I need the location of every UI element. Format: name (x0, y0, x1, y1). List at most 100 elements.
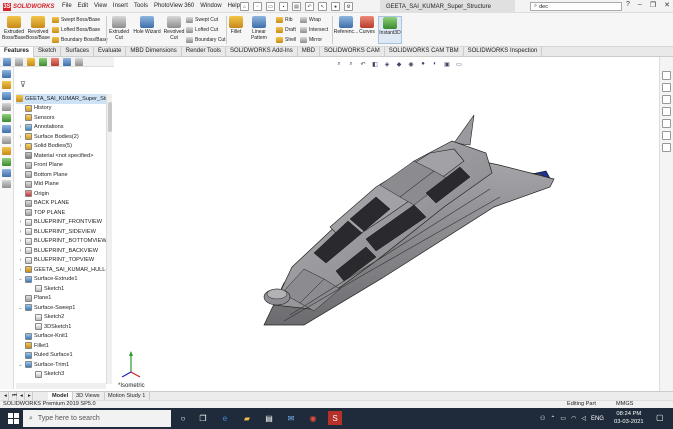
edit-appearance-icon[interactable]: ● (419, 60, 427, 68)
task-view-icon[interactable]: ❐ (196, 411, 210, 425)
side-tool-11-icon[interactable] (2, 180, 11, 188)
tab-addins[interactable]: SOLIDWORKS Add-Ins (226, 47, 298, 57)
design-library-icon[interactable] (662, 83, 671, 92)
tree-item[interactable]: Origin (18, 189, 49, 199)
tree-item[interactable]: ⌄ Surface-Sweep1 (18, 303, 75, 313)
tab-inspection[interactable]: SOLIDWORKS Inspection (464, 47, 543, 57)
expand-arrow-icon[interactable]: ⌄ (18, 362, 23, 368)
tab-surfaces[interactable]: Surfaces (61, 47, 95, 57)
new-document-icon[interactable]: ▫ (253, 2, 262, 11)
menu-file[interactable]: File (62, 3, 72, 9)
tree-item[interactable]: Front Plane (18, 161, 63, 171)
fillet-button[interactable]: Fillet (228, 16, 244, 35)
expand-arrow-icon[interactable]: › (18, 124, 23, 130)
tree-item[interactable]: Sketch1 (28, 284, 64, 294)
reference-geometry-button[interactable]: Referenc... (334, 16, 358, 35)
tree-item[interactable]: › Solid Bodies(5) (18, 142, 72, 152)
taskbar-search-input[interactable]: ⌕ Type here to search (23, 410, 171, 427)
previous-view-icon[interactable]: ↶ (359, 60, 367, 68)
instant3d-button[interactable]: Instant3D (378, 16, 402, 44)
linear-pattern-button[interactable]: Linear Pattern (244, 16, 274, 41)
tab-mbd[interactable]: MBD (298, 47, 321, 57)
expand-arrow-icon[interactable]: › (18, 134, 23, 140)
monitor-icon[interactable]: ▭ (455, 60, 463, 68)
people-icon[interactable]: ⚇ (540, 415, 545, 422)
menu-tools[interactable]: Tools (134, 3, 148, 9)
store-icon[interactable]: ▤ (262, 411, 276, 425)
side-tool-9-icon[interactable] (2, 158, 11, 166)
tree-item[interactable]: › Annotations (18, 123, 64, 133)
tree-item[interactable]: › BLUEPRINT_BACKVIEW (18, 246, 98, 256)
tree-item[interactable]: ⌄ Surface-Trim1 (18, 360, 69, 370)
chrome-icon[interactable]: ◉ (306, 411, 320, 425)
select-arrow-icon[interactable]: ↖ (318, 2, 327, 11)
tree-item[interactable]: 3DSketch1 (28, 322, 71, 332)
cam-tree-icon[interactable] (75, 58, 83, 66)
shell-button[interactable]: Shell (276, 36, 296, 44)
language-indicator[interactable]: ENG (591, 416, 604, 422)
menu-edit[interactable]: Edit (78, 3, 88, 9)
expand-arrow-icon[interactable]: › (18, 248, 23, 254)
solidworks-resources-icon[interactable] (662, 71, 671, 80)
help-icon[interactable]: ? (626, 1, 630, 9)
zoom-to-fit-icon[interactable]: ⌕ (335, 60, 343, 68)
expand-arrow-icon[interactable]: › (18, 267, 23, 273)
tree-item[interactable]: › GEETA_SAI_KUMAR_HULL->? (18, 265, 106, 275)
tree-root-part[interactable]: GEETA_SAI_KUMAR_Super_Structu (16, 94, 106, 104)
tab-mbd-dimensions[interactable]: MBD Dimensions (126, 47, 182, 57)
boundary-boss-button[interactable]: Boundary Boss/Base (52, 36, 108, 44)
menu-insert[interactable]: Insert (113, 3, 128, 9)
tray-overflow-icon[interactable]: ⌃ (550, 415, 555, 422)
tab-render-tools[interactable]: Render Tools (182, 47, 227, 57)
restore-icon[interactable]: ❐ (650, 1, 656, 9)
tree-vertical-scrollbar[interactable] (106, 94, 112, 384)
display-style-icon[interactable]: ◆ (395, 60, 403, 68)
rebuild-icon[interactable]: ● (331, 2, 340, 11)
scene-icon[interactable]: ◐ (431, 60, 439, 68)
view-orientation-icon[interactable]: ◈ (383, 60, 391, 68)
tree-item[interactable]: Fillet1 (18, 341, 49, 351)
expand-arrow-icon[interactable]: › (18, 229, 23, 235)
side-tool-10-icon[interactable] (2, 169, 11, 177)
scrollbar-thumb[interactable] (108, 102, 112, 132)
mirror-button[interactable]: Mirror (300, 36, 322, 44)
side-tool-7-icon[interactable] (2, 136, 11, 144)
taskbar-clock[interactable]: 08:24 PM 03-03-2021 (614, 411, 644, 426)
minimize-icon[interactable]: – (638, 1, 642, 9)
tree-item[interactable]: Bottom Plane (18, 170, 68, 180)
view-settings-icon[interactable]: ▣ (443, 60, 451, 68)
side-tool-4-icon[interactable] (2, 103, 11, 111)
cam-manager-icon[interactable] (63, 58, 71, 66)
expand-arrow-icon[interactable]: › (18, 143, 23, 149)
tree-item[interactable]: Surface-Knit1 (18, 332, 68, 342)
lofted-cut-button[interactable]: Lofted Cut (186, 26, 218, 34)
wifi-icon[interactable]: ◠ (571, 415, 576, 422)
mail-icon[interactable]: ✉ (284, 411, 298, 425)
side-tool-8-icon[interactable] (2, 147, 11, 155)
menu-view[interactable]: View (94, 3, 107, 9)
battery-icon[interactable]: ▭ (560, 415, 566, 422)
tree-item[interactable]: Sketch3 (28, 370, 64, 380)
tab-cam[interactable]: SOLIDWORKS CAM (320, 47, 385, 57)
tree-item[interactable]: Ruled Surface1 (18, 351, 73, 361)
undo-icon[interactable]: ↶ (305, 2, 314, 11)
tree-item[interactable]: TOP PLANE (18, 208, 65, 218)
tree-item[interactable]: Material <not specified> (18, 151, 93, 161)
custom-properties-icon[interactable] (662, 131, 671, 140)
expand-arrow-icon[interactable]: ⌄ (18, 276, 23, 282)
home-icon[interactable]: ⌂ (240, 2, 249, 11)
section-view-icon[interactable]: ◧ (371, 60, 379, 68)
expand-arrow-icon[interactable]: › (18, 257, 23, 263)
curves-button[interactable]: Curves (358, 16, 376, 35)
solidworks-logo[interactable]: 3S SOLIDWORKS (3, 2, 54, 11)
file-explorer-icon[interactable]: ▰ (240, 411, 254, 425)
tree-item[interactable]: › Surface Bodies(2) (18, 132, 79, 142)
side-tool-3-icon[interactable] (2, 92, 11, 100)
revolved-cut-button[interactable]: Revolved Cut (163, 16, 185, 41)
swept-boss-button[interactable]: Swept Boss/Base (52, 16, 100, 24)
open-icon[interactable]: ▭ (266, 2, 275, 11)
tree-item[interactable]: Plane1 (18, 294, 51, 304)
tree-item[interactable]: › BLUEPRINT_BOTTOMVIEW (18, 237, 106, 247)
menu-help[interactable]: Help (228, 3, 240, 9)
side-tool-1-icon[interactable] (2, 70, 11, 78)
